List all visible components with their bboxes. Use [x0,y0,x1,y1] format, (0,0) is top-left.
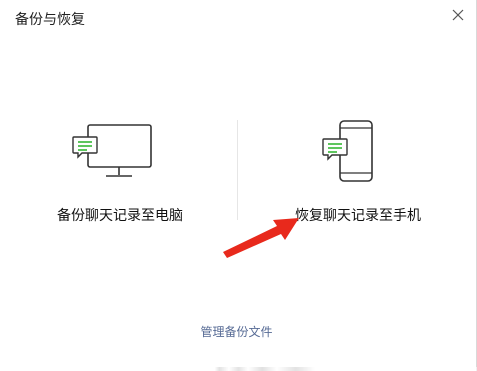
close-button[interactable] [449,6,467,24]
close-icon [452,9,464,21]
phone-chat-icon [322,120,373,182]
window-title: 备份与恢复 [15,12,85,28]
backup-to-pc-label: 备份聊天记录至电脑 [57,208,183,224]
backup-to-pc-option[interactable]: 备份聊天记录至电脑 [40,115,200,230]
backup-restore-window: 备份与恢复 备份聊天记录至电脑 恢复聊天记录至手机 管理备份文件 [0,0,477,371]
options-divider [237,120,238,220]
red-arrow-icon [223,218,299,258]
window-bottom-edge [0,367,477,371]
monitor-chat-icon [72,124,152,177]
manage-backup-files-link[interactable]: 管理备份文件 [0,323,473,340]
